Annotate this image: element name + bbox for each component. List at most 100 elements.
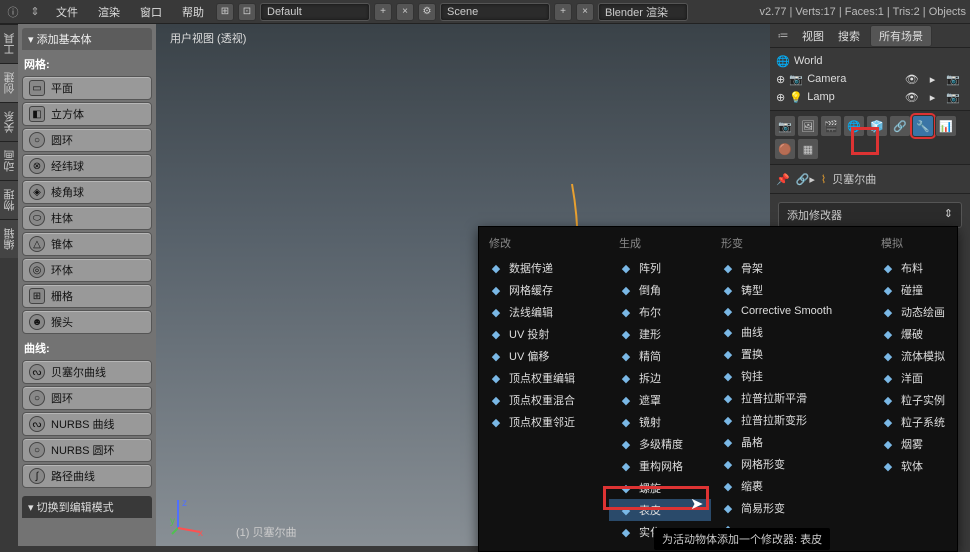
screen-layout-dropdown[interactable]: Default xyxy=(260,3,370,21)
ctx-item-1-4[interactable]: ◆精简 xyxy=(609,345,711,367)
ctx-item-0-2[interactable]: ◆法线编辑 xyxy=(479,301,609,323)
add-bezier[interactable]: ᔓ贝塞尔曲线 xyxy=(22,360,152,384)
add-nurbs-curve[interactable]: ᔓNURBS 曲线 xyxy=(22,412,152,436)
add-cone[interactable]: △锥体 xyxy=(22,232,152,256)
tab-scene-icon[interactable]: 🎬 xyxy=(820,115,842,137)
render-engine-dropdown[interactable]: Blender 渲染 xyxy=(598,3,688,21)
tab-texture-icon[interactable]: ▦ xyxy=(797,138,819,160)
ctx-item-1-1[interactable]: ◆倒角 xyxy=(609,279,711,301)
vtab-tools[interactable]: 工具 xyxy=(0,24,18,63)
add-cylinder[interactable]: ⬭柱体 xyxy=(22,206,152,230)
menu-help[interactable]: 帮助 xyxy=(174,1,212,23)
ctx-item-1-3[interactable]: ◆建形 xyxy=(609,323,711,345)
outliner-filter-button[interactable]: 所有场景 xyxy=(870,25,932,47)
ctx-item-0-7[interactable]: ◆顶点权重邻近 xyxy=(479,411,609,433)
remove-scene-button[interactable]: × xyxy=(576,3,594,21)
tab-data-icon[interactable]: 📊 xyxy=(935,115,957,137)
ctx-item-2-6[interactable]: ◆拉普拉斯平滑 xyxy=(711,387,871,409)
ctx-item-3-6[interactable]: ◆粒子实例 xyxy=(871,389,959,411)
menu-window[interactable]: 窗口 xyxy=(132,1,170,23)
ctx-item-0-4[interactable]: ◆UV 偏移 xyxy=(479,345,609,367)
ctx-item-2-4[interactable]: ◆置换 xyxy=(711,343,871,365)
menu-render[interactable]: 渲染 xyxy=(90,1,128,23)
vtab-anim[interactable]: 动画 xyxy=(0,141,18,180)
ctx-item-3-8[interactable]: ◆烟雾 xyxy=(871,433,959,455)
add-monkey[interactable]: ☻猴头 xyxy=(22,310,152,334)
link-icon[interactable]: 🔗▸ xyxy=(796,173,815,186)
vtab-relations[interactable]: 关系 xyxy=(0,102,18,141)
ctx-item-1-0[interactable]: ◆阵列 xyxy=(609,257,711,279)
ctx-item-1-8[interactable]: ◆多级精度 xyxy=(609,433,711,455)
layout-icon[interactable]: ⊞ xyxy=(216,3,234,21)
tab-render-icon[interactable]: 📷 xyxy=(774,115,796,137)
vtab-greasepencil[interactable]: 编辑 xyxy=(0,219,18,258)
ctx-item-2-8[interactable]: ◆晶格 xyxy=(711,431,871,453)
add-cube[interactable]: ◧立方体 xyxy=(22,102,152,126)
scene-dropdown[interactable]: Scene xyxy=(440,3,550,21)
ctx-item-2-9[interactable]: ◆网格形变 xyxy=(711,453,871,475)
ctx-item-1-6[interactable]: ◆遮罩 xyxy=(609,389,711,411)
ctx-item-2-3[interactable]: ◆曲线 xyxy=(711,321,871,343)
outliner-lamp[interactable]: ⊕💡Lamp👁 ▸ 📷 xyxy=(772,88,968,106)
ctx-item-3-2[interactable]: ◆动态绘画 xyxy=(871,301,959,323)
layout-icon-2[interactable]: ⊡ xyxy=(238,3,256,21)
ctx-item-2-10[interactable]: ◆缩裹 xyxy=(711,475,871,497)
tab-modifiers-icon[interactable]: 🔧 xyxy=(912,115,934,137)
vtab-create[interactable]: 创建 xyxy=(0,63,18,102)
ctx-item-0-3[interactable]: ◆UV 投射 xyxy=(479,323,609,345)
ctx-item-1-7[interactable]: ◆镜射 xyxy=(609,411,711,433)
add-torus[interactable]: ◎环体 xyxy=(22,258,152,282)
tab-constraints-icon[interactable]: 🔗 xyxy=(889,115,911,137)
add-uvsphere[interactable]: ⊗经纬球 xyxy=(22,154,152,178)
ctx-item-2-0[interactable]: ◆骨架 xyxy=(711,257,871,279)
panel-add-primitive[interactable]: ▾ 添加基本体 xyxy=(22,28,152,50)
ctx-item-3-7[interactable]: ◆粒子系统 xyxy=(871,411,959,433)
info-icon[interactable]: ⓘ xyxy=(4,3,22,21)
outliner-world[interactable]: 🌐World xyxy=(772,52,968,70)
ctx-item-2-1[interactable]: ◆铸型 xyxy=(711,279,871,301)
ctx-item-2-2[interactable]: ◆Corrective Smooth xyxy=(711,301,871,321)
add-scene-button[interactable]: + xyxy=(554,3,572,21)
tab-layers-icon[interactable]: 🖼 xyxy=(797,115,819,137)
panel-editmode[interactable]: ▾ 切换到编辑模式 xyxy=(22,496,152,518)
add-grid[interactable]: ⊞栅格 xyxy=(22,284,152,308)
add-path[interactable]: ∫路径曲线 xyxy=(22,464,152,488)
outliner-view[interactable]: 视图 xyxy=(798,25,828,47)
ctx-item-2-7[interactable]: ◆拉普拉斯变形 xyxy=(711,409,871,431)
tab-object-icon[interactable]: 🧊 xyxy=(866,115,888,137)
add-curve-circle[interactable]: ○圆环 xyxy=(22,386,152,410)
ctx-item-3-3[interactable]: ◆爆破 xyxy=(871,323,959,345)
ctx-item-3-1[interactable]: ◆碰撞 xyxy=(871,279,959,301)
ctx-item-0-1[interactable]: ◆网格缓存 xyxy=(479,279,609,301)
ctx-item-0-0[interactable]: ◆数据传递 xyxy=(479,257,609,279)
vtab-physics[interactable]: 物理 xyxy=(0,180,18,219)
add-nurbs-circle[interactable]: ○NURBS 圆环 xyxy=(22,438,152,462)
collapse-icon[interactable]: ⇕ xyxy=(26,3,44,21)
add-icosphere[interactable]: ◈棱角球 xyxy=(22,180,152,204)
outliner-search[interactable]: 搜索 xyxy=(834,25,864,47)
tab-material-icon[interactable]: 🟤 xyxy=(774,138,796,160)
ctx-item-2-11[interactable]: ◆简易形变 xyxy=(711,497,871,519)
outliner-icon[interactable]: ≔ xyxy=(774,27,792,45)
add-circle[interactable]: ○圆环 xyxy=(22,128,152,152)
tab-world-icon[interactable]: 🌐 xyxy=(843,115,865,137)
ctx-item-0-5[interactable]: ◆顶点权重编辑 xyxy=(479,367,609,389)
ctx-item-0-6[interactable]: ◆顶点权重混合 xyxy=(479,389,609,411)
menu-file[interactable]: 文件 xyxy=(48,1,86,23)
add-plane[interactable]: ▭平面 xyxy=(22,76,152,100)
ctx-item-1-5[interactable]: ◆拆边 xyxy=(609,367,711,389)
pin-icon[interactable]: 📌 xyxy=(776,173,790,186)
ctx-item-3-5[interactable]: ◆洋面 xyxy=(871,367,959,389)
ctx-item-3-4[interactable]: ◆流体模拟 xyxy=(871,345,959,367)
ctx-item-1-2[interactable]: ◆布尔 xyxy=(609,301,711,323)
scene-icon[interactable]: ⚙ xyxy=(418,3,436,21)
ctx-item-2-5[interactable]: ◆钩挂 xyxy=(711,365,871,387)
add-layout-button[interactable]: + xyxy=(374,3,392,21)
remove-layout-button[interactable]: × xyxy=(396,3,414,21)
add-modifier-dropdown[interactable]: 添加修改器⇕ xyxy=(778,202,962,228)
ctx-item-1-9[interactable]: ◆重构网格 xyxy=(609,455,711,477)
outliner-tree[interactable]: 🌐World ⊕📷Camera👁 ▸ 📷 ⊕💡Lamp👁 ▸ 📷 xyxy=(770,48,970,110)
ctx-item-3-9[interactable]: ◆软体 xyxy=(871,455,959,477)
outliner-camera[interactable]: ⊕📷Camera👁 ▸ 📷 xyxy=(772,70,968,88)
ctx-item-3-0[interactable]: ◆布料 xyxy=(871,257,959,279)
